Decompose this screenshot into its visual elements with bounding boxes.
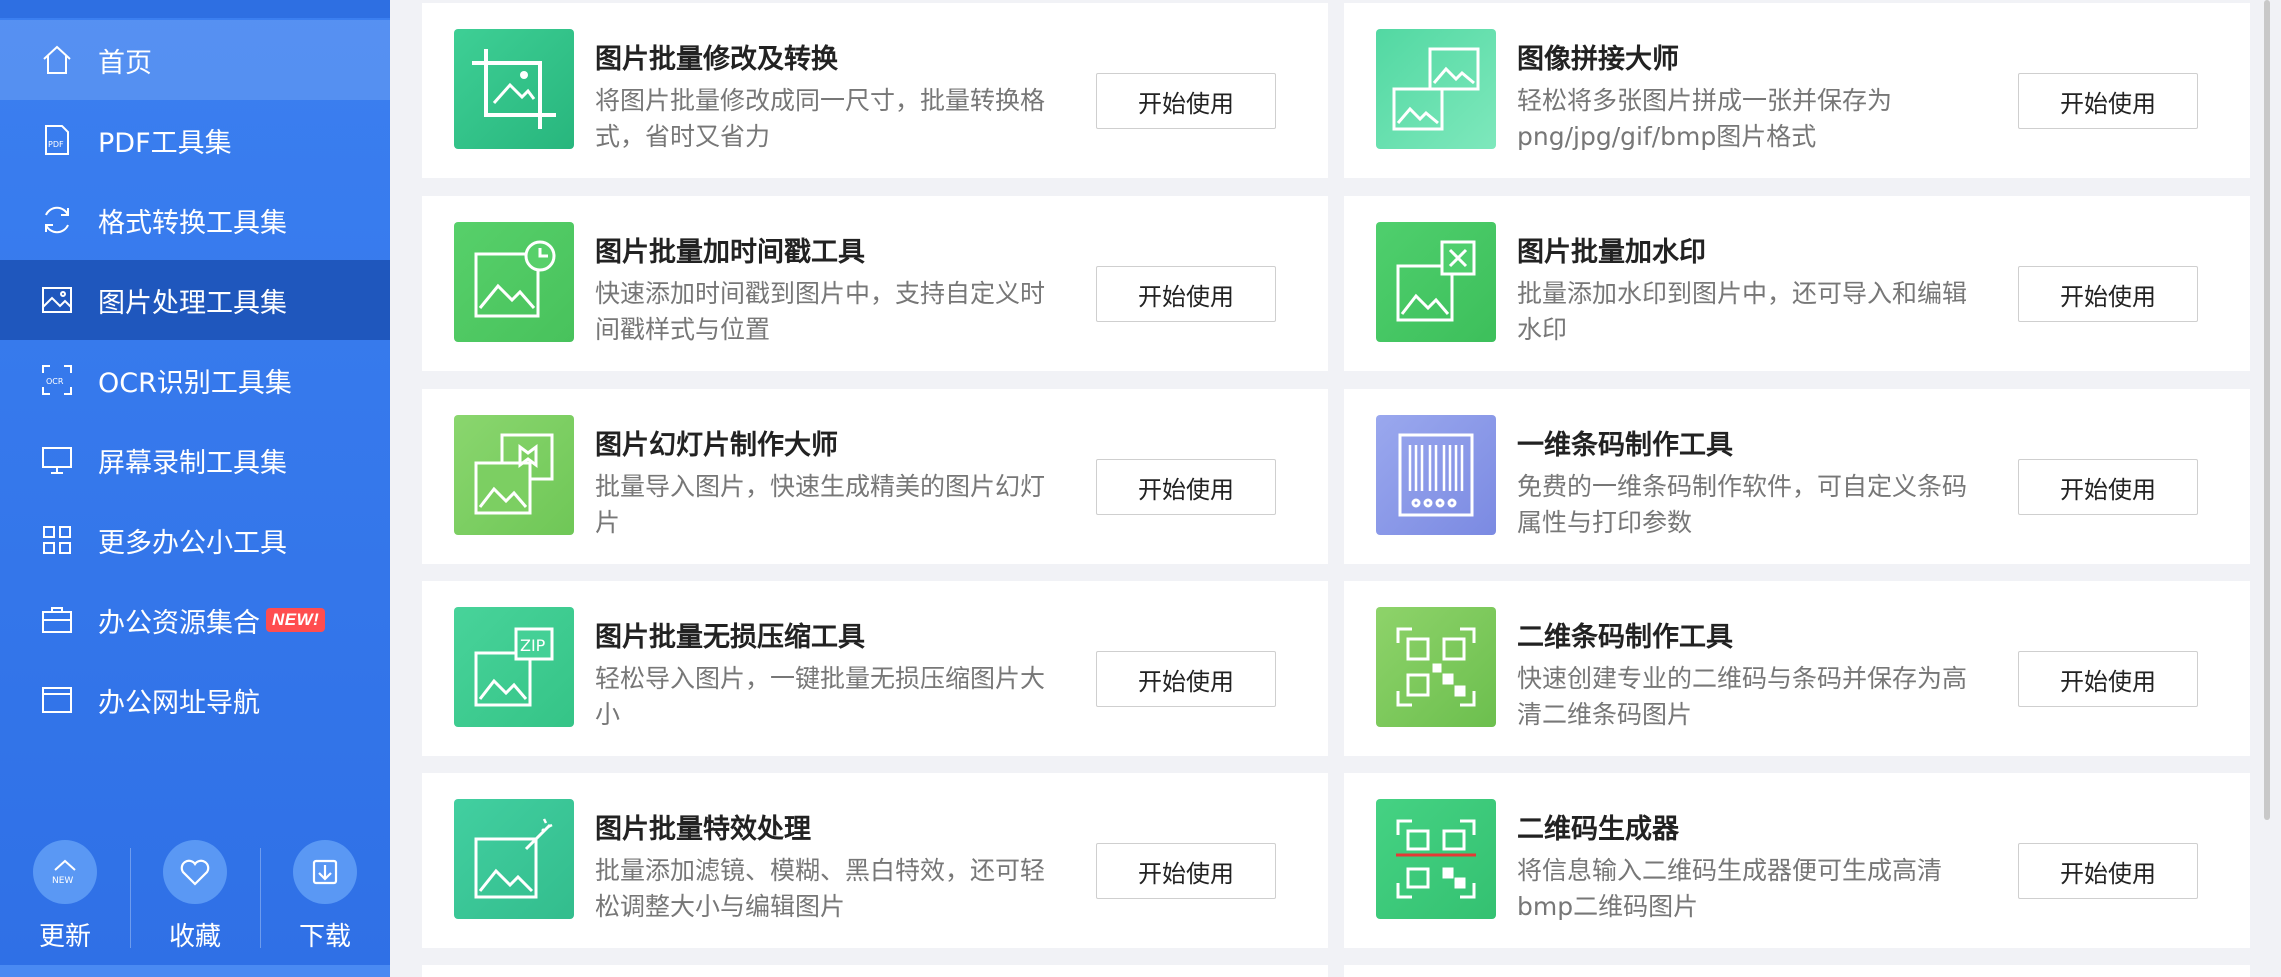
tool-description: 轻松导入图片，一键批量无损压缩图片大小 xyxy=(595,664,1046,729)
tool-title: 图片批量修改及转换 xyxy=(595,44,838,75)
ocr-icon: OCR xyxy=(40,363,74,397)
tool-card-qrcode-generator: 二维码生成器 将信息输入二维码生成器便可生成高清bmp二维码图片 开始使用 xyxy=(1344,773,2250,948)
image-stitch-icon xyxy=(1376,29,1496,149)
tool-title: 二维码生成器 xyxy=(1517,814,1679,845)
image-icon xyxy=(40,283,74,317)
sidebar-item-convert[interactable]: 格式转换工具集 xyxy=(0,180,390,260)
tool-description: 免费的一维条码制作软件，可自定义条码属性与打印参数 xyxy=(1517,472,1968,537)
vertical-scrollbar[interactable] xyxy=(2264,0,2270,820)
tool-description: 将信息输入二维码生成器便可生成高清bmp二维码图片 xyxy=(1517,856,1943,921)
sidebar-item-more-tools[interactable]: 更多办公小工具 xyxy=(0,500,390,580)
start-button[interactable]: 开始使用 xyxy=(2018,73,2198,129)
sidebar-item-label: 办公网址导航 xyxy=(98,687,260,719)
sidebar-bottom-actions: NEW 更新 收藏 下载 xyxy=(0,840,390,960)
sidebar-item-label: 首页 xyxy=(98,47,152,79)
apps-icon xyxy=(40,523,74,557)
start-button[interactable]: 开始使用 xyxy=(1096,843,1276,899)
sidebar-item-pdf[interactable]: PDF PDF工具集 xyxy=(0,100,390,180)
sidebar-bottom-strip xyxy=(0,965,390,977)
browser-icon xyxy=(40,683,74,717)
monitor-icon xyxy=(40,443,74,477)
sidebar-item-ocr[interactable]: OCR OCR识别工具集 xyxy=(0,340,390,420)
briefcase-icon xyxy=(40,603,74,637)
download-button[interactable]: 下载 xyxy=(260,840,390,960)
image-watermark-icon xyxy=(1376,222,1496,342)
tool-card-image-compress: ZIP 图片批量无损压缩工具 轻松导入图片，一键批量无损压缩图片大小 开始使用 xyxy=(422,581,1328,756)
start-button[interactable]: 开始使用 xyxy=(2018,459,2198,515)
sidebar-item-label: 办公资源集合 xyxy=(98,607,260,639)
image-zip-icon: ZIP xyxy=(454,607,574,727)
tool-card-image-slideshow: 图片幻灯片制作大师 批量导入图片，快速生成精美的图片幻灯片 开始使用 xyxy=(422,389,1328,564)
sidebar-item-label: 格式转换工具集 xyxy=(98,207,287,239)
update-icon: NEW xyxy=(33,840,97,904)
tool-card-partial xyxy=(422,965,1328,977)
sidebar-item-home[interactable]: 首页 xyxy=(0,20,390,100)
start-button[interactable]: 开始使用 xyxy=(1096,651,1276,707)
tool-title: 图片批量无损压缩工具 xyxy=(595,622,865,653)
barcode-icon xyxy=(1376,415,1496,535)
svg-text:ZIP: ZIP xyxy=(520,636,546,655)
image-effects-icon xyxy=(454,799,574,919)
tool-title: 图像拼接大师 xyxy=(1517,44,1679,75)
tool-title: 图片幻灯片制作大师 xyxy=(595,430,838,461)
tool-grid: 图片批量修改及转换 将图片批量修改成同一尺寸，批量转换格式，省时又省力 开始使用… xyxy=(390,0,2281,977)
tool-card-partial xyxy=(1344,965,2250,977)
tool-card-image-timestamp: 图片批量加时间戳工具 快速添加时间戳到图片中，支持自定义时间戳样式与位置 开始使… xyxy=(422,196,1328,371)
image-clock-icon xyxy=(454,222,574,342)
update-button[interactable]: NEW 更新 xyxy=(0,840,130,960)
svg-text:PDF: PDF xyxy=(48,140,64,149)
sidebar-item-web-nav[interactable]: 办公网址导航 xyxy=(0,660,390,740)
start-button[interactable]: 开始使用 xyxy=(1096,266,1276,322)
sidebar-item-image[interactable]: 图片处理工具集 xyxy=(0,260,390,340)
tool-title: 图片批量加水印 xyxy=(1517,237,1706,268)
tool-card-image-batch-convert: 图片批量修改及转换 将图片批量修改成同一尺寸，批量转换格式，省时又省力 开始使用 xyxy=(422,3,1328,178)
qrcode-generator-icon xyxy=(1376,799,1496,919)
favorite-button[interactable]: 收藏 xyxy=(130,840,260,960)
sidebar-item-label: 更多办公小工具 xyxy=(98,527,287,559)
sidebar-top-strip xyxy=(0,0,390,18)
sidebar-item-label: OCR识别工具集 xyxy=(98,367,292,399)
new-badge: NEW! xyxy=(266,608,326,632)
tool-title: 一维条码制作工具 xyxy=(1517,430,1733,461)
crop-image-icon xyxy=(454,29,574,149)
tool-description: 快速创建专业的二维码与条码并保存为高清二维条码图片 xyxy=(1517,664,1968,729)
start-button[interactable]: 开始使用 xyxy=(1096,459,1276,515)
qrcode-maker-icon xyxy=(1376,607,1496,727)
convert-icon xyxy=(40,203,74,237)
tool-card-image-watermark: 图片批量加水印 批量添加水印到图片中，还可导入和编辑水印 开始使用 xyxy=(1344,196,2250,371)
svg-text:OCR: OCR xyxy=(46,377,64,386)
heart-icon xyxy=(163,840,227,904)
tool-card-image-effects: 图片批量特效处理 批量添加滤镜、模糊、黑白特效，还可轻松调整大小与编辑图片 开始… xyxy=(422,773,1328,948)
pdf-icon: PDF xyxy=(40,123,74,157)
sidebar-item-screen-record[interactable]: 屏幕录制工具集 xyxy=(0,420,390,500)
sidebar-item-label: 屏幕录制工具集 xyxy=(98,447,287,479)
download-icon xyxy=(293,840,357,904)
favorite-label: 收藏 xyxy=(168,922,221,952)
tool-description: 轻松将多张图片拼成一张并保存为png/jpg/gif/bmp图片格式 xyxy=(1517,86,1893,151)
update-label: 更新 xyxy=(38,922,91,952)
tool-title: 二维条码制作工具 xyxy=(1517,622,1733,653)
tool-description: 批量导入图片，快速生成精美的图片幻灯片 xyxy=(595,472,1046,537)
tool-card-barcode: 一维条码制作工具 免费的一维条码制作软件，可自定义条码属性与打印参数 开始使用 xyxy=(1344,389,2250,564)
sidebar: 首页 PDF PDF工具集 格式转换工具集 图片处理工具集 OCR OCR识别工… xyxy=(0,0,390,977)
svg-text:NEW: NEW xyxy=(52,876,73,886)
start-button[interactable]: 开始使用 xyxy=(2018,266,2198,322)
tool-description: 快速添加时间戳到图片中，支持自定义时间戳样式与位置 xyxy=(595,279,1046,344)
tool-title: 图片批量加时间戳工具 xyxy=(595,237,865,268)
image-slideshow-icon xyxy=(454,415,574,535)
sidebar-item-label: 图片处理工具集 xyxy=(98,287,287,319)
home-icon xyxy=(40,43,74,77)
sidebar-item-label: PDF工具集 xyxy=(98,127,232,159)
tool-title: 图片批量特效处理 xyxy=(595,814,811,845)
tool-description: 批量添加水印到图片中，还可导入和编辑水印 xyxy=(1517,279,1968,344)
download-label: 下载 xyxy=(298,922,351,952)
tool-card-qrcode-maker: 二维条码制作工具 快速创建专业的二维码与条码并保存为高清二维条码图片 开始使用 xyxy=(1344,581,2250,756)
tool-card-image-stitch: 图像拼接大师 轻松将多张图片拼成一张并保存为png/jpg/gif/bmp图片格… xyxy=(1344,3,2250,178)
tool-description: 批量添加滤镜、模糊、黑白特效，还可轻松调整大小与编辑图片 xyxy=(595,856,1046,921)
tool-description: 将图片批量修改成同一尺寸，批量转换格式，省时又省力 xyxy=(595,86,1046,151)
sidebar-item-resources[interactable]: 办公资源集合 NEW! xyxy=(0,580,390,660)
start-button[interactable]: 开始使用 xyxy=(1096,73,1276,129)
start-button[interactable]: 开始使用 xyxy=(2018,843,2198,899)
start-button[interactable]: 开始使用 xyxy=(2018,651,2198,707)
